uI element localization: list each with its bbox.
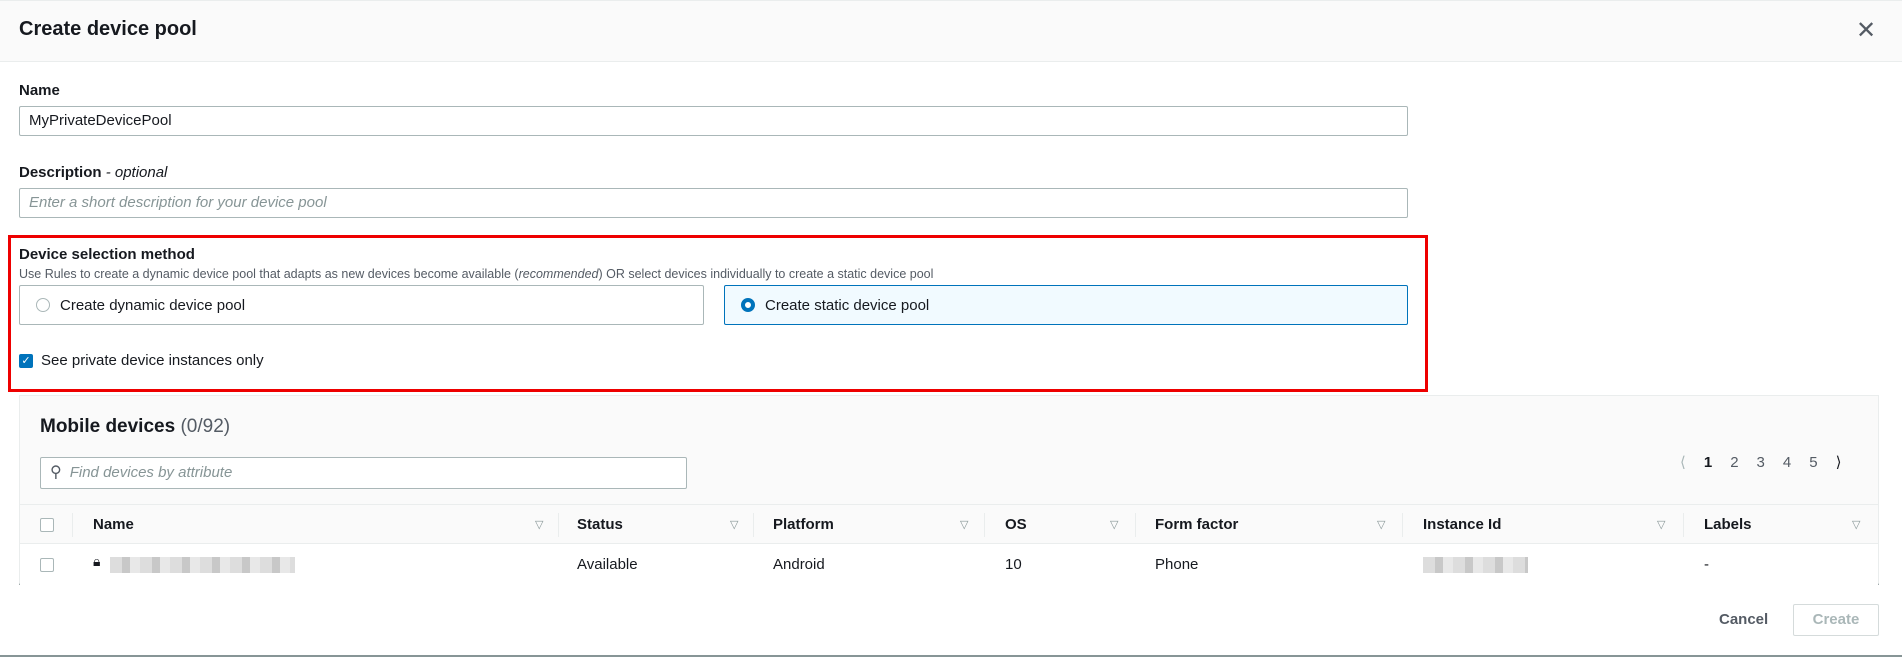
option-label: Create static device pool bbox=[765, 296, 930, 314]
private-only-checkbox[interactable]: ✓ See private device instances only bbox=[19, 352, 264, 369]
lock-icon: 🔒︎ bbox=[93, 553, 101, 569]
radio-selected-icon[interactable] bbox=[741, 298, 755, 312]
selection-label: Device selection method bbox=[19, 246, 195, 263]
checkbox-checked-icon[interactable]: ✓ bbox=[19, 353, 33, 368]
search-placeholder: Find devices by attribute bbox=[69, 464, 233, 481]
static-pool-option[interactable]: Create static device pool bbox=[724, 285, 1408, 325]
search-input[interactable]: ⚲ Find devices by attribute bbox=[40, 457, 687, 489]
sort-icon[interactable]: ▽ bbox=[1657, 505, 1665, 545]
cell-form-factor: Phone bbox=[1155, 556, 1199, 573]
row-checkbox[interactable] bbox=[40, 558, 54, 572]
cancel-button[interactable]: Cancel bbox=[1719, 611, 1768, 628]
cell-platform: Android bbox=[773, 556, 825, 573]
modal-title: Create device pool bbox=[19, 18, 197, 40]
sort-icon[interactable]: ▽ bbox=[960, 505, 968, 545]
sort-icon[interactable]: ▽ bbox=[1377, 505, 1385, 545]
dynamic-pool-option[interactable]: Create dynamic device pool bbox=[19, 285, 704, 325]
page-3[interactable]: 3 bbox=[1757, 454, 1765, 471]
col-labels[interactable]: Labels bbox=[1704, 505, 1752, 545]
page-5[interactable]: 5 bbox=[1809, 454, 1817, 471]
redacted-instance-id bbox=[1423, 557, 1528, 573]
devices-table: Mobile devices (0/92) ⚲ Find devices by a… bbox=[19, 395, 1879, 585]
table-title: Mobile devices (0/92) bbox=[40, 416, 231, 437]
selection-help: Use Rules to create a dynamic device poo… bbox=[19, 267, 934, 281]
col-os[interactable]: OS bbox=[1005, 505, 1027, 545]
select-all-checkbox[interactable] bbox=[40, 518, 54, 532]
redacted-name bbox=[110, 557, 295, 573]
name-label: Name bbox=[19, 82, 60, 99]
create-button[interactable]: Create bbox=[1793, 604, 1879, 636]
page-1[interactable]: 1 bbox=[1704, 454, 1712, 471]
table-header: Name ▽ Status ▽ Platform ▽ OS ▽ Form factor ▽… bbox=[20, 504, 1878, 544]
sort-icon[interactable]: ▽ bbox=[535, 505, 543, 545]
pagination: ⟨ 1 2 3 4 5 ⟩ bbox=[1680, 453, 1842, 472]
col-form-factor[interactable]: Form factor bbox=[1155, 505, 1238, 545]
cell-labels: - bbox=[1704, 556, 1709, 573]
option-label: Create dynamic device pool bbox=[60, 296, 246, 314]
col-instance-id[interactable]: Instance Id bbox=[1423, 505, 1501, 545]
sort-icon[interactable]: ▽ bbox=[730, 505, 738, 545]
page-2[interactable]: 2 bbox=[1730, 454, 1738, 471]
cell-status: Available bbox=[577, 556, 638, 573]
checkbox-label: See private device instances only bbox=[41, 352, 264, 369]
description-label: Description - optional bbox=[19, 164, 168, 181]
table-row[interactable]: 🔒︎ Available Android 10 Phone - bbox=[20, 544, 1878, 585]
description-input[interactable]: Enter a short description for your devic… bbox=[19, 188, 1408, 218]
search-icon: ⚲ bbox=[50, 464, 62, 481]
prev-page-icon[interactable]: ⟨ bbox=[1680, 453, 1686, 471]
col-status[interactable]: Status bbox=[577, 505, 623, 545]
next-page-icon[interactable]: ⟩ bbox=[1836, 453, 1842, 471]
close-icon[interactable]: ✕ bbox=[1856, 16, 1876, 45]
sort-icon[interactable]: ▽ bbox=[1852, 505, 1860, 545]
col-name[interactable]: Name bbox=[93, 505, 134, 545]
name-input[interactable]: MyPrivateDevicePool bbox=[19, 106, 1408, 136]
page-4[interactable]: 4 bbox=[1783, 454, 1791, 471]
sort-icon[interactable]: ▽ bbox=[1110, 505, 1118, 545]
radio-icon[interactable] bbox=[36, 298, 50, 312]
col-platform[interactable]: Platform bbox=[773, 505, 834, 545]
cell-os: 10 bbox=[1005, 556, 1022, 573]
modal-header bbox=[0, 0, 1902, 62]
